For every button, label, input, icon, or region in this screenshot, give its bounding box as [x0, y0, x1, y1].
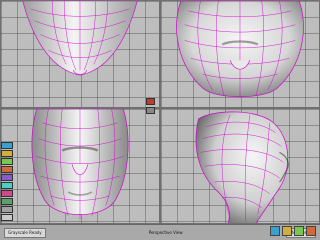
status-left: Grayscale Ready — [4, 227, 46, 238]
select-icon[interactable] — [1, 174, 13, 181]
rotate-icon[interactable] — [1, 150, 13, 157]
tool-palette — [0, 140, 14, 226]
paint-icon[interactable] — [1, 166, 13, 173]
move-icon[interactable] — [1, 142, 13, 149]
viewport-bottom-right[interactable] — [160, 108, 320, 224]
status-center-text: Perspective View — [148, 230, 183, 235]
zoom-icon[interactable] — [1, 206, 13, 213]
viewport-layout-icon[interactable] — [146, 107, 155, 114]
material-button[interactable] — [306, 226, 316, 236]
viewport-toggle-icon[interactable] — [146, 98, 155, 105]
camera-button[interactable] — [294, 226, 304, 236]
status-toolbar — [270, 226, 316, 236]
lasso-icon[interactable] — [1, 190, 13, 197]
render-button[interactable] — [270, 226, 280, 236]
hand-icon[interactable] — [1, 214, 13, 221]
magnet-icon[interactable] — [1, 182, 13, 189]
viewport-top-right[interactable] — [160, 0, 320, 108]
mesh-head-top — [176, 1, 304, 98]
light-button[interactable] — [282, 226, 292, 236]
pen-icon[interactable] — [1, 198, 13, 205]
status-center: Perspective View — [50, 230, 282, 235]
scale-icon[interactable] — [1, 158, 13, 165]
mesh-forehead — [22, 1, 138, 76]
status-left-text: Grayscale Ready — [8, 230, 42, 235]
viewport-bottom-left[interactable] — [0, 108, 160, 224]
mesh-front-face — [31, 109, 129, 220]
viewport-controls — [146, 98, 170, 116]
viewport-top-left[interactable] — [0, 0, 160, 108]
mesh-perspective-head — [195, 111, 289, 223]
